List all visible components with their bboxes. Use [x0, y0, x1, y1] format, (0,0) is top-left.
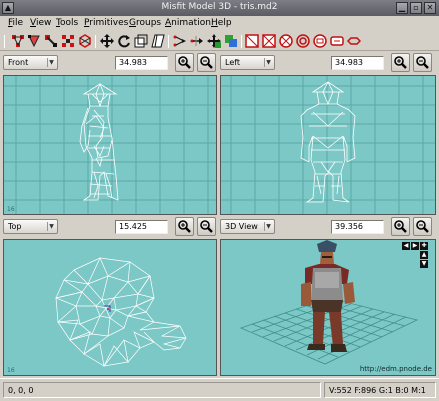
- front-zoom-out-button[interactable]: [197, 53, 216, 72]
- view3d-zoom-out-button[interactable]: [413, 217, 432, 236]
- menu-view[interactable]: View: [30, 18, 51, 28]
- select-bones-icon[interactable]: [44, 34, 58, 48]
- menu-help[interactable]: Help: [211, 18, 232, 28]
- menu-file[interactable]: File: [8, 18, 23, 28]
- extrude-icon[interactable]: [190, 34, 204, 48]
- model-stats: V:552 F:896 G:1 B:0 M:1: [324, 382, 436, 398]
- chevron-down-icon: ▼: [264, 58, 272, 67]
- watermark-url: http://edm.pnode.de: [359, 365, 432, 373]
- rotate-left-button[interactable]: ◀: [402, 242, 410, 250]
- left-zoom-in-button[interactable]: [391, 53, 410, 72]
- scale-icon[interactable]: [134, 34, 148, 48]
- top-view-label: Top: [8, 222, 22, 231]
- rotate-right-button[interactable]: ▶: [411, 242, 419, 250]
- left-view-select[interactable]: Left ▼: [220, 55, 275, 70]
- zoom-in-icon: [178, 56, 191, 69]
- left-zoom-input[interactable]: 34.983: [331, 56, 384, 70]
- front-view-label: Front: [8, 58, 29, 67]
- top-zoom-in-button[interactable]: [175, 217, 194, 236]
- torus-icon[interactable]: [296, 34, 310, 48]
- front-viewport[interactable]: 16: [3, 75, 217, 215]
- top-zoom-out-button[interactable]: [197, 217, 216, 236]
- left-view-label: Left: [225, 58, 241, 67]
- rotate-down-button[interactable]: ▼: [420, 260, 428, 268]
- view3d-zoom-in-button[interactable]: [391, 217, 410, 236]
- close-button[interactable]: ✕: [424, 2, 436, 14]
- window-title: Misfit Model 3D - tris.md2: [161, 2, 278, 12]
- front-zoom-input[interactable]: 34.983: [115, 56, 168, 70]
- view3d-viewport[interactable]: ◀ ▶ ✚ ▲ ▼ http://edm.pnode.de: [220, 239, 436, 376]
- top-view-select[interactable]: Top ▼: [3, 219, 58, 234]
- zoom-in-icon: [178, 220, 191, 233]
- top-wireframe: [54, 257, 187, 368]
- zoom-out-icon: [416, 220, 429, 233]
- polygon-icon[interactable]: [313, 34, 327, 48]
- left-zoom-out-button[interactable]: [413, 53, 432, 72]
- select-vertices-icon[interactable]: [11, 34, 25, 48]
- top-zoom-input[interactable]: 15.425: [115, 220, 168, 234]
- shear-icon[interactable]: [151, 34, 165, 48]
- toolbar-separator: [241, 35, 242, 48]
- front-view-select[interactable]: Front ▼: [3, 55, 58, 70]
- paint-icon[interactable]: [224, 34, 238, 48]
- bone-icon[interactable]: [347, 34, 361, 48]
- toolbar-separator: [95, 35, 96, 48]
- cylinder-icon[interactable]: [279, 34, 293, 48]
- select-point-icon[interactable]: [61, 34, 75, 48]
- front-wireframe: [4, 76, 216, 214]
- select-faces-icon[interactable]: [27, 34, 41, 48]
- add-bone-icon[interactable]: [207, 34, 221, 48]
- menu-tools[interactable]: Tools: [56, 18, 78, 28]
- view3d-label: 3D View: [225, 222, 258, 231]
- front-zoom-in-button[interactable]: [175, 53, 194, 72]
- top-pane-bar: Top ▼ 15.425: [3, 217, 218, 239]
- chevron-down-icon: ▼: [264, 222, 272, 231]
- toolbar-separator: [4, 35, 5, 48]
- menu-primitives[interactable]: Primitives: [84, 18, 128, 28]
- toolbar-separator: [168, 35, 169, 48]
- front-pane-bar: Front ▼ 34.983: [3, 53, 218, 75]
- maximize-button[interactable]: ▫: [410, 2, 422, 14]
- zoom-out-icon: [416, 56, 429, 69]
- coordinate-readout: 0, 0, 0: [3, 382, 321, 398]
- select-projection-icon[interactable]: [78, 34, 92, 48]
- attract-icon[interactable]: [173, 34, 187, 48]
- zoom-out-icon: [200, 220, 213, 233]
- zoom-out-icon: [200, 56, 213, 69]
- left-viewport[interactable]: [220, 75, 436, 215]
- status-bar: 0, 0, 0 V:552 F:896 G:1 B:0 M:1: [0, 378, 439, 401]
- front-corner-label: 16: [7, 206, 15, 213]
- view3d-pane-bar: 3D View ▼ 39.356: [220, 217, 436, 239]
- zoom-in-icon: [394, 56, 407, 69]
- view3d-zoom-input[interactable]: 39.356: [331, 220, 384, 234]
- toolbar: [0, 31, 439, 51]
- rotate-up-button[interactable]: ▲: [420, 251, 428, 259]
- pan-button[interactable]: ✚: [420, 242, 428, 250]
- zoom-in-icon: [394, 220, 407, 233]
- view3d-select[interactable]: 3D View ▼: [220, 219, 275, 234]
- minimize-button[interactable]: ▁: [396, 2, 408, 14]
- rotate-icon[interactable]: [117, 34, 131, 48]
- title-bar: ▲ Misfit Model 3D - tris.md2 ▁ ▫ ✕: [0, 0, 439, 16]
- top-viewport[interactable]: 16: [3, 239, 217, 376]
- ellipsoid-icon[interactable]: [262, 34, 276, 48]
- move-icon[interactable]: [100, 34, 114, 48]
- chevron-down-icon: ▼: [47, 222, 55, 231]
- cube-icon[interactable]: [245, 34, 259, 48]
- rectangle-icon[interactable]: [330, 34, 344, 48]
- menu-groups[interactable]: Groups: [129, 18, 161, 28]
- left-wireframe: [221, 76, 435, 214]
- top-corner-label: 16: [7, 367, 15, 374]
- chevron-down-icon: ▼: [47, 58, 55, 67]
- view3d-render: [239, 240, 419, 365]
- menu-animation[interactable]: Animation: [165, 18, 211, 28]
- left-pane-bar: Left ▼ 34.983: [220, 53, 436, 75]
- menu-bar: File View Tools Primitives Groups Animat…: [0, 16, 439, 31]
